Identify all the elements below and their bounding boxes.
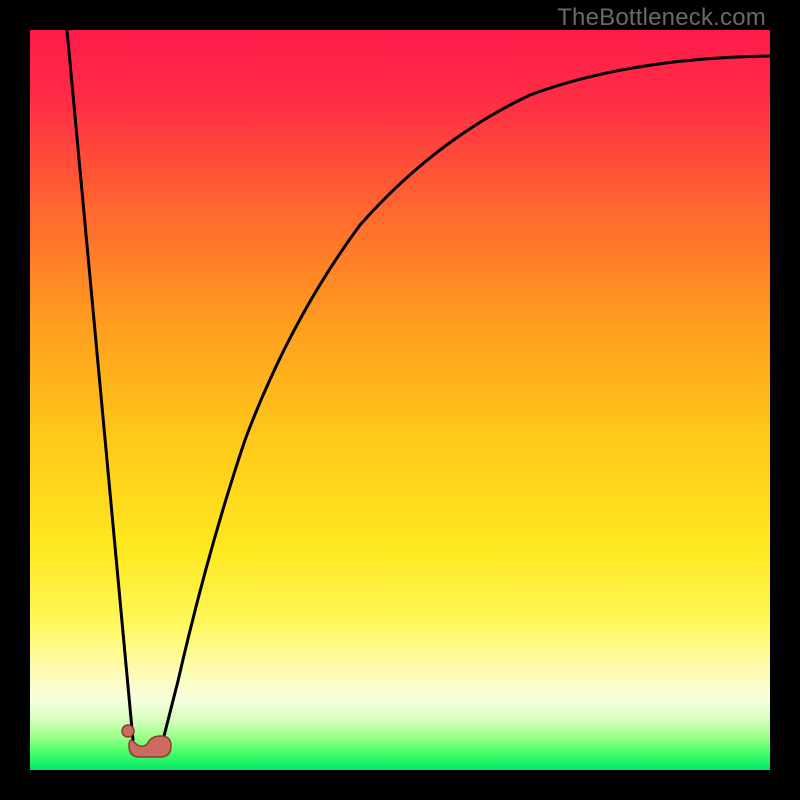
marker-dot [122, 725, 134, 737]
curve-layer [30, 30, 770, 770]
marker-blob [129, 736, 171, 757]
outer-frame: TheBottleneck.com [0, 0, 800, 800]
curve-left-branch [67, 30, 133, 740]
watermark-text: TheBottleneck.com [557, 4, 766, 32]
plot-area [30, 30, 770, 770]
curve-right-branch [163, 56, 770, 740]
